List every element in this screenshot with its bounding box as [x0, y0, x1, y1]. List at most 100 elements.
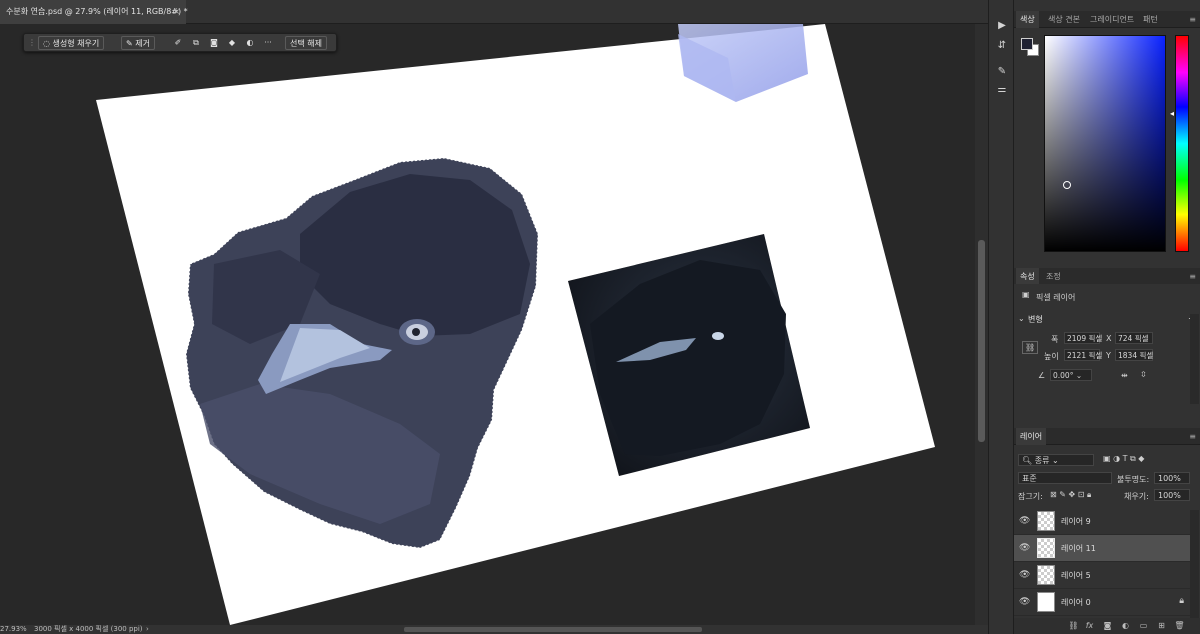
horizontal-scroll-thumb[interactable] [404, 627, 702, 632]
adjustment-layer-icon[interactable]: ◐ [1120, 620, 1131, 631]
generative-fill-button[interactable]: ◌ 생성형 채우기 [38, 36, 105, 50]
foreground-background-swatches[interactable] [1020, 37, 1042, 59]
blend-mode-dropdown[interactable]: 표준 [1018, 472, 1112, 484]
layer-name[interactable]: 레이어 0 [1061, 597, 1091, 608]
color-panel: ◂ [1014, 28, 1200, 268]
add-mask-icon[interactable]: ◙ [1102, 620, 1113, 631]
link-proportions-icon[interactable]: ⛓ [1022, 341, 1039, 354]
transform-section-title[interactable]: 변형 [1028, 314, 1043, 325]
remove-button[interactable]: ✎ 제거 [121, 36, 155, 50]
properties-menu-icon[interactable]: ≡ [1189, 268, 1196, 285]
opacity-label: 불투명도: [1117, 475, 1150, 484]
height-label: 높이 [1044, 352, 1059, 361]
drag-handle-icon[interactable]: ⋮ [25, 36, 39, 50]
brush-icon[interactable]: ✐ [171, 36, 185, 50]
status-menu-arrow-icon[interactable]: › [146, 625, 149, 634]
tab-layers[interactable]: 레이어 [1016, 428, 1047, 445]
layer-thumbnail [1037, 511, 1055, 531]
flip-vertical-icon[interactable]: ⇳ [1140, 370, 1147, 379]
angle-field[interactable]: 0.00° ⌄ [1050, 369, 1092, 381]
properties-panel-tabs: 속성 조정 ≡ [1014, 268, 1200, 285]
width-label: 폭 [1051, 335, 1059, 344]
remove-brush-icon: ✎ [126, 39, 136, 48]
fill-bucket-icon[interactable]: ◆ [225, 36, 239, 50]
layer-row-selected[interactable]: 👁︎ 레이어 11 [1014, 535, 1190, 562]
tab-gradients[interactable]: 그레이디언트 [1086, 11, 1138, 28]
history-icon[interactable]: ⇵ [994, 38, 1010, 54]
layer-row[interactable]: 👁︎ 레이어 0 🔒︎ [1014, 589, 1190, 616]
color-saturation-field[interactable] [1044, 35, 1166, 252]
layer-row[interactable]: 👁︎ 레이어 5 [1014, 562, 1190, 589]
layers-scrollbar[interactable] [1190, 510, 1199, 618]
zoom-level[interactable]: 27.93% [0, 625, 27, 634]
adjustment-icon[interactable]: ◐ [243, 36, 257, 50]
more-options-icon[interactable]: ··· [261, 36, 275, 50]
canvas-vertical-scrollbar[interactable] [975, 24, 988, 625]
document-canvas[interactable] [0, 24, 975, 625]
lock-label: 잠그기: [1018, 492, 1043, 501]
link-layers-icon[interactable]: ⛓ [1068, 620, 1079, 631]
tab-properties[interactable]: 속성 [1016, 268, 1039, 285]
canvas-area[interactable]: ⋮ ◌ 생성형 채우기 ✎ 제거 ✐ ⧉ ◙ ◆ ◐ ··· 선택 해제 [0, 24, 975, 625]
layer-thumbnail [1037, 592, 1055, 612]
tab-adjustments[interactable]: 조정 [1042, 268, 1065, 285]
vertical-scroll-thumb[interactable] [978, 240, 985, 442]
transform-section-chevron-icon[interactable]: ⌄ [1018, 314, 1025, 323]
tab-color[interactable]: 색상 [1016, 11, 1039, 28]
angle-icon: ∠ [1038, 371, 1046, 380]
deselect-button[interactable]: 선택 해제 [285, 36, 327, 50]
layers-menu-icon[interactable]: ≡ [1189, 428, 1196, 445]
document-tab[interactable]: 수분화 연습.psd @ 27.9% (레이어 11, RGB/8#) * × [0, 0, 188, 24]
brush-settings-icon[interactable]: ✎ [994, 64, 1010, 80]
layers-panel-tabs: 레이어 ≡ [1014, 428, 1200, 445]
visibility-eye-icon[interactable]: 👁︎ [1019, 570, 1030, 580]
height-field[interactable]: 2121 픽셀 [1064, 349, 1102, 361]
fill-label: 채우기: [1124, 492, 1149, 501]
layer-type-label: 픽셀 레이어 [1036, 293, 1076, 302]
delete-layer-icon[interactable]: 🗑︎ [1174, 620, 1185, 631]
contextual-task-bar: ⋮ ◌ 생성형 채우기 ✎ 제거 ✐ ⧉ ◙ ◆ ◐ ··· 선택 해제 [23, 33, 337, 52]
layer-name[interactable]: 레이어 11 [1061, 543, 1096, 554]
layer-name[interactable]: 레이어 5 [1061, 570, 1091, 581]
hue-slider[interactable] [1175, 35, 1189, 252]
x-field[interactable]: 724 픽셀 [1115, 332, 1153, 344]
layer-filter-icons[interactable]: ▣ ◑ T ⧉ ◆ [1103, 454, 1144, 464]
properties-scrollbar[interactable] [1190, 314, 1199, 404]
lock-options-icons[interactable]: ⊠ ✎ ✥ ⊡ 🔒︎ [1050, 490, 1091, 500]
transform-icon[interactable]: ⧉ [189, 36, 203, 50]
color-picker-marker[interactable] [1063, 181, 1071, 189]
tab-swatches[interactable]: 색상 견본 [1044, 11, 1084, 28]
status-bar: 27.93% 3000 픽셀 x 4000 픽셀 (300 ppi) › [0, 625, 988, 634]
layer-name[interactable]: 레이어 9 [1061, 516, 1091, 527]
visibility-eye-icon[interactable]: 👁︎ [1019, 543, 1030, 553]
play-action-icon[interactable]: ▶ [994, 18, 1010, 34]
fill-field[interactable]: 100% [1154, 489, 1190, 501]
layers-panel: 🔍︎ 종류 ⌄ ▣ ◑ T ⧉ ◆ 표준 불투명도: 100% 잠그기: ⊠ ✎… [1014, 446, 1200, 634]
visibility-eye-icon[interactable]: 👁︎ [1019, 516, 1030, 526]
layer-filter-dropdown[interactable]: 🔍︎ 종류 ⌄ [1018, 454, 1094, 466]
visibility-eye-icon[interactable]: 👁︎ [1019, 597, 1030, 607]
y-field[interactable]: 1834 픽셀 [1115, 349, 1153, 361]
layers-footer-toolbar: ⛓ fx ◙ ◐ ▭ ⊞ 🗑︎ [1014, 618, 1200, 634]
close-tab-icon[interactable]: × [173, 0, 180, 24]
y-label: Y [1106, 351, 1111, 360]
group-folder-icon[interactable]: ▭ [1138, 620, 1149, 631]
hue-marker-icon[interactable]: ◂ [1170, 109, 1174, 118]
panel-menu-icon[interactable]: ≡ [1189, 11, 1196, 28]
document-tab-title: 수분화 연습.psd @ 27.9% (레이어 11, RGB/8#) * [6, 7, 188, 16]
foreground-color-swatch[interactable] [1021, 38, 1033, 50]
collapsed-panel-strip: ▶ ⇵ ✎ ⚌ [988, 0, 1014, 634]
flip-horizontal-icon[interactable]: ⇹ [1121, 371, 1128, 380]
opacity-field[interactable]: 100% [1154, 472, 1190, 484]
tab-patterns[interactable]: 패턴 [1139, 11, 1162, 28]
layer-row[interactable]: 👁︎ 레이어 9 [1014, 508, 1190, 535]
adjustments-sliders-icon[interactable]: ⚌ [994, 82, 1010, 98]
width-field[interactable]: 2109 픽셀 [1064, 332, 1102, 344]
layer-style-fx-icon[interactable]: fx [1084, 620, 1095, 631]
mask-icon[interactable]: ◙ [207, 36, 221, 50]
layer-lock-icon: 🔒︎ [1179, 596, 1184, 606]
sparkle-icon: ◌ [43, 39, 53, 48]
new-layer-icon[interactable]: ⊞ [1156, 620, 1167, 631]
color-panel-tabs: 색상 색상 견본 그레이디언트 패턴 ≡ [1014, 11, 1200, 28]
layer-thumbnail [1037, 538, 1055, 558]
